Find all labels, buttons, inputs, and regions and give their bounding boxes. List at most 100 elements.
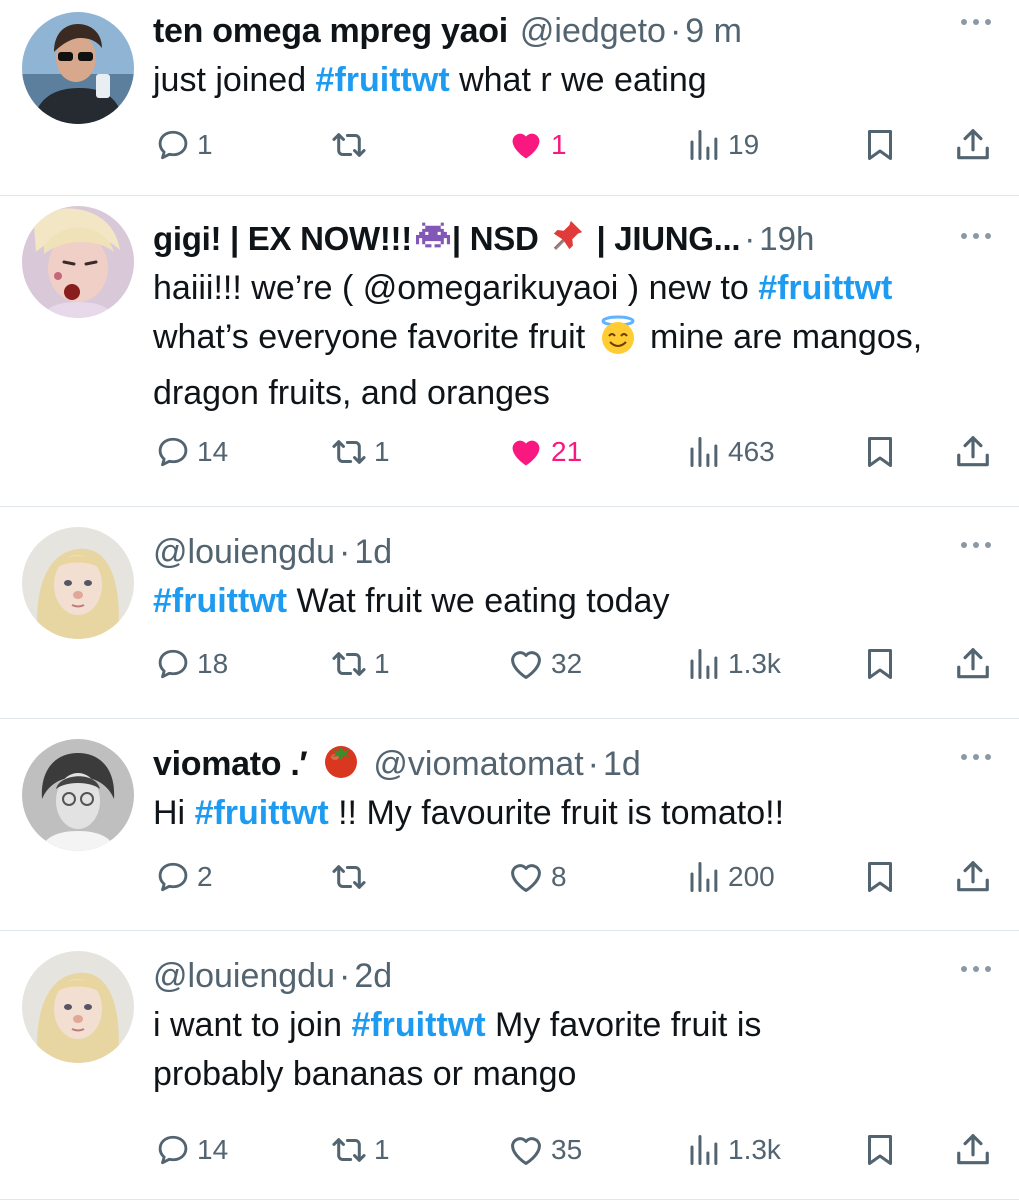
bookmark-button[interactable] (862, 644, 898, 684)
bookmark-button[interactable] (862, 432, 898, 472)
separator: · (744, 220, 756, 257)
bookmark-button[interactable] (862, 857, 898, 897)
bookmark-icon (862, 646, 898, 682)
views-button[interactable]: 1.3k (686, 1130, 781, 1170)
reply-button[interactable]: 14 (155, 1130, 228, 1170)
like-button[interactable]: 35 (507, 1130, 582, 1170)
reply-count: 1 (197, 129, 213, 160)
avatar[interactable] (22, 12, 134, 124)
bookmark-icon (862, 1132, 898, 1168)
like-count: 1 (551, 129, 567, 160)
timestamp[interactable]: 2d (354, 957, 392, 996)
like-button[interactable]: 21 (507, 432, 582, 472)
like-button[interactable]: 8 (507, 857, 567, 897)
text-segment: !! My favourite fruit is tomato!! (328, 794, 785, 832)
hashtag-link[interactable]: #fruittwt (758, 269, 892, 307)
tweet-text: i want to join #fruittwt My favorite fru… (153, 1001, 873, 1099)
hashtag-link[interactable]: #fruittwt (351, 1006, 485, 1044)
avatar[interactable] (22, 739, 134, 851)
share-button[interactable] (954, 125, 992, 165)
handle[interactable]: @louiengdu (153, 533, 335, 572)
reply-count: 18 (197, 648, 229, 679)
bookmark-button[interactable] (862, 125, 898, 165)
view-count: 1.3k (728, 648, 781, 679)
share-icon (954, 126, 992, 164)
handle[interactable]: @viomatomat (373, 745, 583, 784)
share-icon (954, 645, 992, 683)
tweet-text: haiii!!! we’re ( @omegarikuyaoi ) new to… (153, 264, 999, 418)
share-button[interactable] (954, 1130, 992, 1170)
share-button[interactable] (954, 644, 992, 684)
share-button[interactable] (954, 432, 992, 472)
hashtag-link[interactable]: #fruittwt (316, 61, 450, 99)
views-button[interactable]: 1.3k (686, 644, 781, 684)
tweet[interactable]: ten omega mpreg yaoi @iedgeto · 9 m just… (0, 0, 1019, 196)
text-segment: haiii!!! we’re ( @omegarikuyaoi ) new to (153, 269, 759, 307)
retweet-button[interactable] (330, 125, 374, 165)
like-button[interactable]: 1 (507, 125, 567, 165)
text-segment: Hi (153, 794, 195, 832)
tweet[interactable]: @louiengdu · 2d i want to join #fruittwt… (0, 931, 1019, 1200)
timestamp[interactable]: 9 m (685, 12, 742, 51)
tweet[interactable]: viomato .′ @viomatomat · 1d Hi #fruittwt… (0, 719, 1019, 931)
display-name-part[interactable]: | JIUNG... (597, 220, 741, 258)
reply-icon (155, 646, 191, 682)
bookmark-icon (862, 127, 898, 163)
views-button[interactable]: 463 (686, 432, 775, 472)
tweet-text: #fruittwt Wat fruit we eating today (153, 577, 999, 626)
display-name[interactable]: viomato .′ (153, 745, 308, 784)
tweet-header: viomato .′ @viomatomat · 1d (153, 741, 999, 787)
reply-count: 14 (197, 1134, 229, 1165)
view-count: 200 (728, 861, 775, 892)
reply-button[interactable]: 1 (155, 125, 213, 165)
action-bar: 18 1 32 1.3k (0, 644, 1019, 684)
handle[interactable]: @louiengdu (153, 957, 335, 996)
heart-icon (507, 126, 545, 164)
display-name-part[interactable]: | NSD (452, 220, 539, 258)
reply-icon (155, 434, 191, 470)
display-name[interactable]: gigi! | EX NOW!!! (153, 220, 412, 258)
retweet-button[interactable] (330, 857, 374, 897)
reply-button[interactable]: 18 (155, 644, 228, 684)
views-icon (686, 859, 722, 895)
timestamp[interactable]: 19h (759, 220, 814, 258)
avatar[interactable] (22, 206, 134, 318)
timestamp[interactable]: 1d (603, 745, 641, 784)
avatar[interactable] (22, 951, 134, 1063)
like-button[interactable]: 32 (507, 644, 582, 684)
tweet-text: just joined #fruittwt what r we eating (153, 56, 999, 105)
action-bar: 14 1 35 1.3k (0, 1130, 1019, 1170)
like-count: 35 (551, 1134, 583, 1165)
like-count: 8 (551, 861, 567, 892)
like-count: 32 (551, 648, 583, 679)
tomato-icon (321, 741, 361, 788)
hashtag-link[interactable]: #fruittwt (195, 794, 329, 832)
retweet-button[interactable]: 1 (330, 432, 390, 472)
alien-monster-icon (415, 220, 450, 258)
tweet-text: Hi #fruittwt !! My favourite fruit is to… (153, 789, 999, 838)
views-icon (686, 646, 722, 682)
text-segment: Wat fruit we eating today (287, 582, 670, 620)
timestamp[interactable]: 1d (354, 533, 392, 572)
text-segment: just joined (153, 61, 316, 99)
bookmark-button[interactable] (862, 1130, 898, 1170)
retweet-icon (330, 645, 368, 683)
retweet-button[interactable]: 1 (330, 644, 390, 684)
views-button[interactable]: 200 (686, 857, 775, 897)
tweet[interactable]: gigi! | EX NOW!!! | NSD | JIUNG... · 19h… (0, 196, 1019, 507)
reply-icon (155, 859, 191, 895)
display-name[interactable]: ten omega mpreg yaoi (153, 12, 508, 51)
text-segment: what r we eating (449, 61, 707, 99)
avatar[interactable] (22, 527, 134, 639)
reply-button[interactable]: 2 (155, 857, 213, 897)
retweet-count: 1 (374, 1134, 390, 1165)
hashtag-link[interactable]: #fruittwt (153, 582, 287, 620)
reply-button[interactable]: 14 (155, 432, 228, 472)
tweet[interactable]: @louiengdu · 1d #fruittwt Wat fruit we e… (0, 507, 1019, 719)
heart-icon (507, 1131, 545, 1169)
retweet-button[interactable]: 1 (330, 1130, 390, 1170)
handle[interactable]: @iedgeto (520, 12, 666, 51)
share-button[interactable] (954, 857, 992, 897)
views-button[interactable]: 19 (686, 125, 759, 165)
tweet-header: @louiengdu · 2d (153, 953, 999, 999)
